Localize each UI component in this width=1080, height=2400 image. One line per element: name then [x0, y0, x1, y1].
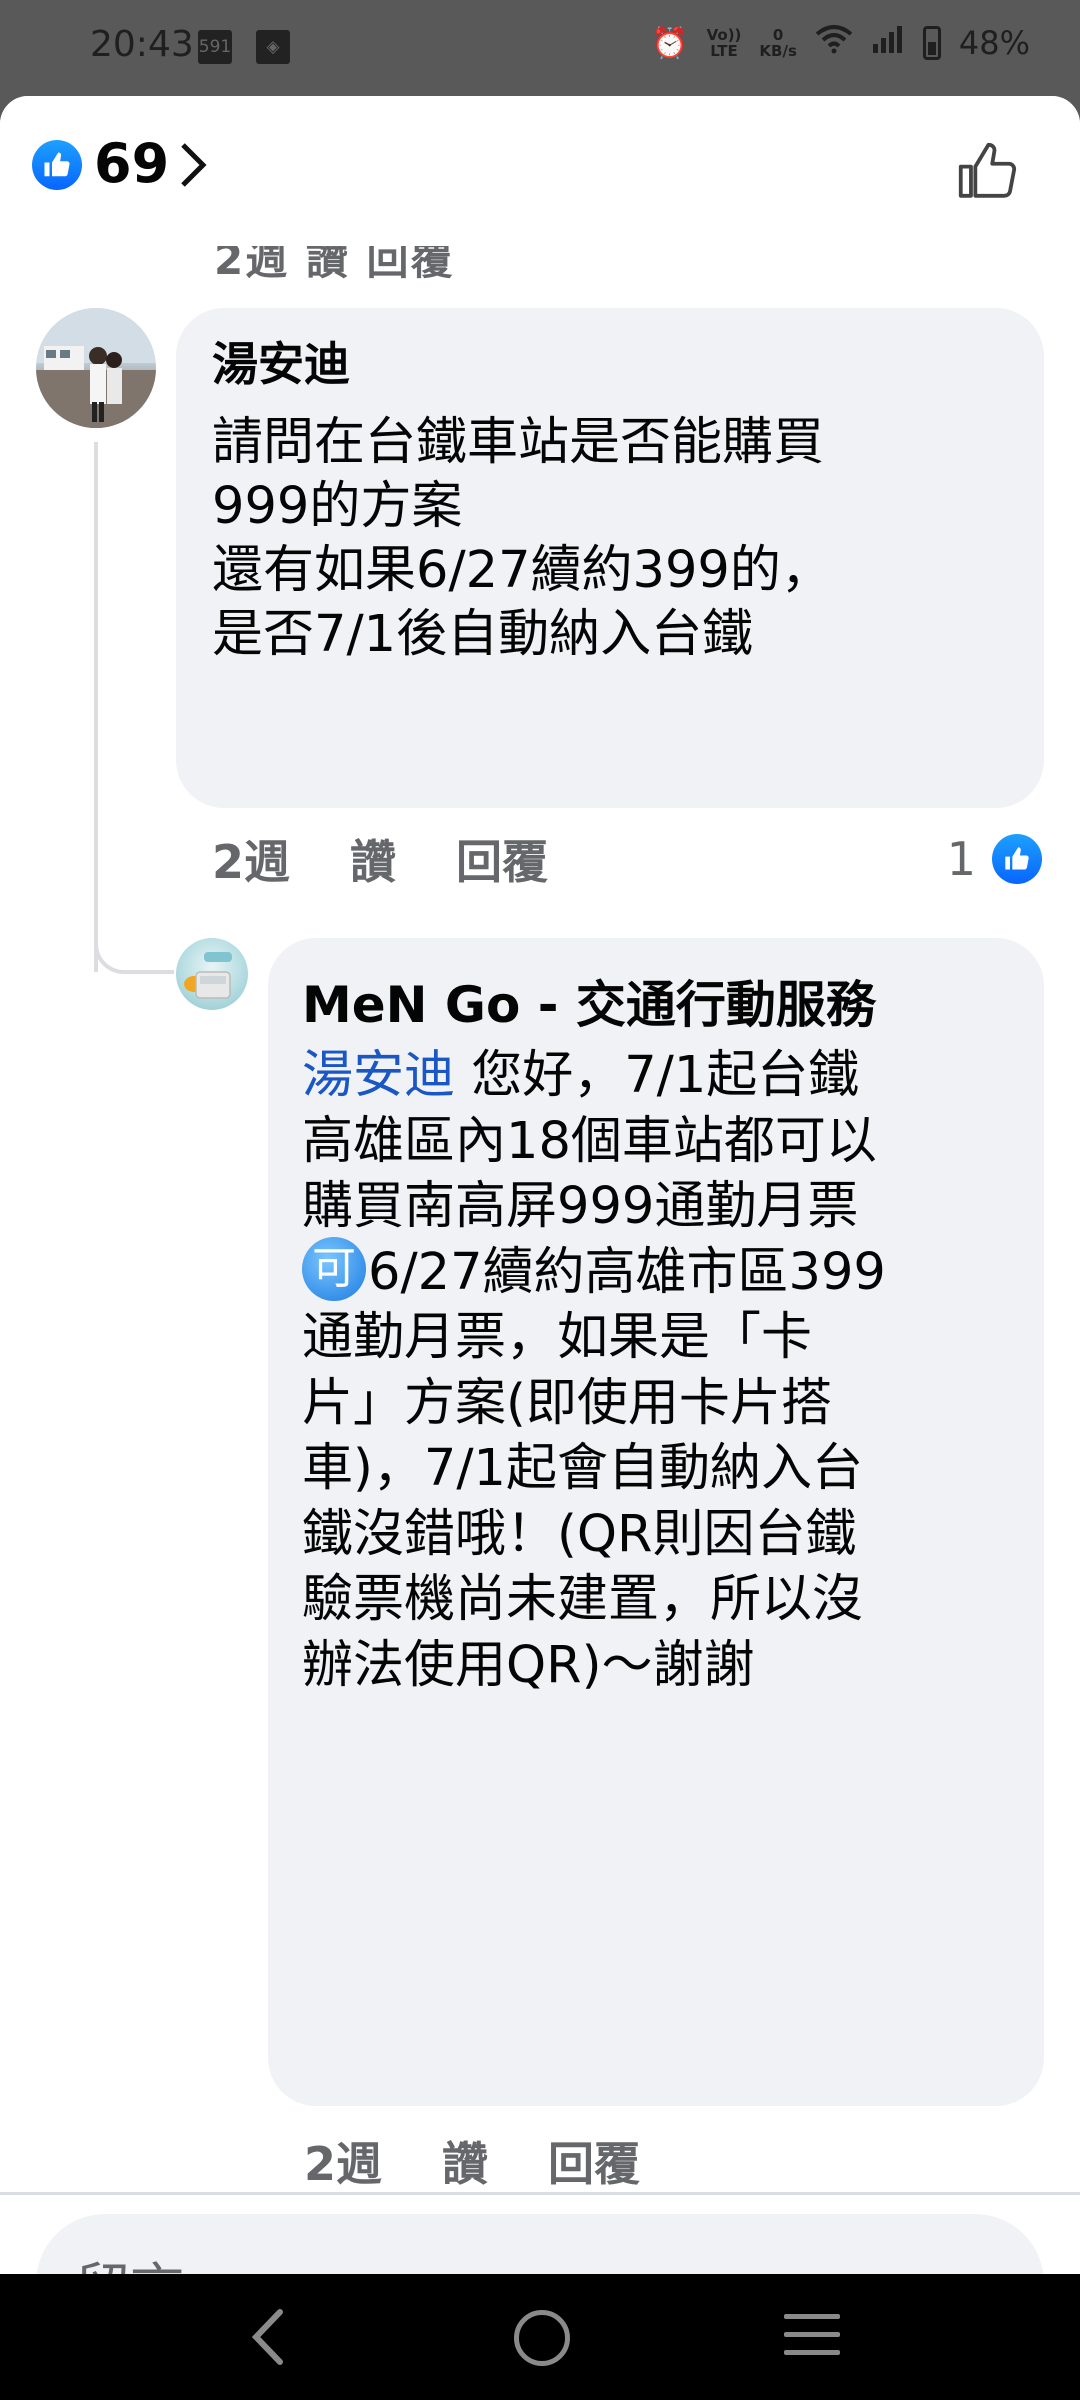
reply-link[interactable]: 回覆 — [456, 826, 548, 892]
comment-input[interactable]: 留言…… — [36, 2214, 1044, 2274]
reply-link[interactable]: 回覆 — [548, 2128, 640, 2194]
network-speed-icon: 0 KB/s — [759, 26, 797, 60]
system-nav-bar — [0, 2274, 1080, 2400]
comment-reaction-count: 1 — [946, 832, 976, 886]
ke-emoji-icon: 可 — [302, 1236, 366, 1301]
reply-line: 辦法使用QR)～謝謝 — [302, 1635, 755, 1695]
thread-connector — [94, 916, 174, 974]
app-591-notification-icon: 591 — [198, 30, 232, 64]
comments-sheet: 69 2週 讚 回覆 湯安迪 請問在台鐵車站是否能購買 999的方案 還有如果6… — [0, 96, 1080, 2274]
comment-author[interactable]: 湯安迪 — [212, 332, 1008, 396]
battery-icon — [922, 26, 941, 60]
home-icon[interactable] — [514, 2310, 570, 2366]
reply-time: 2週 — [304, 2137, 383, 2191]
comment-line: 是否7/1後自動納入台鐵 — [212, 605, 754, 664]
cell-signal-icon — [871, 24, 905, 62]
like-reaction-icon — [992, 834, 1042, 884]
reply-bubble[interactable]: MeN Go - 交通行動服務 湯安迪 您好，7/1起台鐵 高雄區內18個車站都… — [268, 938, 1044, 2106]
status-icons: ⏰ Vo)) LTE 0 KB/s 48% — [651, 24, 1030, 62]
like-button-icon[interactable] — [952, 136, 1022, 206]
comment-time: 2週 — [212, 835, 291, 889]
battery-percent: 48% — [958, 24, 1030, 62]
volte-icon: Vo)) LTE — [706, 26, 742, 60]
like-link[interactable]: 讚 — [442, 2128, 488, 2194]
chevron-right-icon[interactable] — [178, 140, 208, 202]
page-avatar[interactable] — [176, 938, 248, 1010]
thread-line — [94, 442, 98, 972]
divider — [0, 2192, 1080, 2195]
recent-apps-icon[interactable] — [784, 2314, 840, 2368]
app-notification-icon: ◈ — [256, 30, 290, 64]
sheet-header: 69 — [0, 96, 1080, 246]
wifi-icon — [815, 24, 853, 62]
status-bar: 20:43 591 ◈ ⏰ Vo)) LTE 0 KB/s 48% — [0, 0, 1080, 96]
like-link[interactable]: 讚 — [350, 826, 396, 892]
comment-bubble[interactable]: 湯安迪 請問在台鐵車站是否能購買 999的方案 還有如果6/27續約399的， … — [176, 308, 1044, 808]
comment-reactions[interactable]: 1 — [947, 832, 1042, 886]
like-reaction-icon — [32, 140, 82, 190]
alarm-icon: ⏰ — [651, 25, 689, 61]
comment-actions: 2週 讚 回覆 — [212, 826, 548, 892]
back-icon[interactable] — [240, 2304, 300, 2370]
reaction-count[interactable]: 69 — [94, 132, 169, 195]
reply-actions: 2週 讚 回覆 — [304, 2128, 640, 2194]
avatar[interactable] — [36, 308, 156, 428]
status-time: 20:43 — [90, 24, 194, 65]
